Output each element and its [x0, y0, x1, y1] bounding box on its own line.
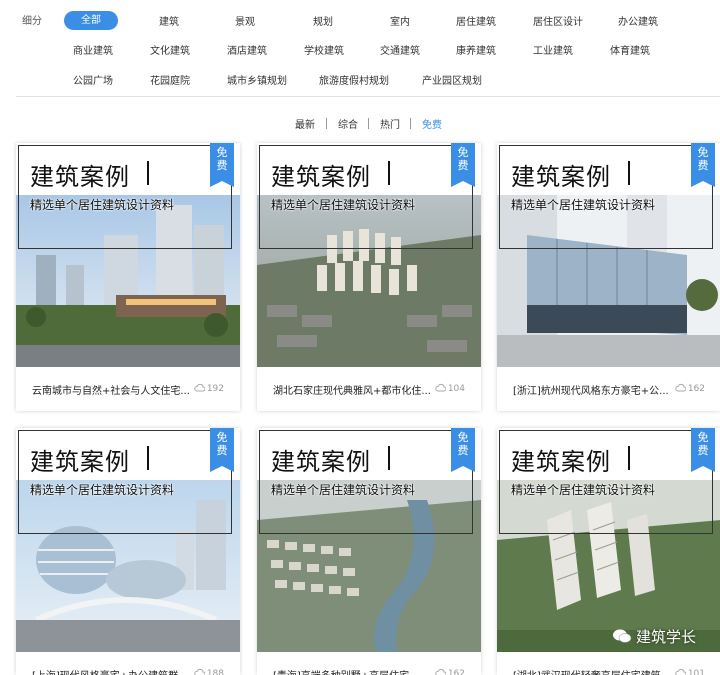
resource-card[interactable]: 建筑案例 精选单个居住建筑设计资料 免费 [上海]现代风格豪宅+办公建筑群...…: [16, 428, 240, 675]
resource-card[interactable]: 建筑案例 精选单个居住建筑设计资料 免费 [浙江]杭州现代风格东方豪宅+公...…: [497, 143, 720, 411]
thumbnail-cursor-bar: [388, 161, 390, 185]
resource-card[interactable]: 建筑案例 精选单个居住建筑设计资料 免费 云南城市与自然+社会与人文住宅... …: [16, 143, 240, 411]
view-count: 192: [194, 383, 224, 394]
thumbnail-subtitle: 精选单个居住建筑设计资料: [511, 483, 656, 497]
thumbnail-title: 建筑案例: [30, 163, 130, 191]
card-title[interactable]: [青海]高端多种别墅+高层住宅...: [273, 667, 449, 675]
thumbnail-cursor-bar: [628, 161, 630, 185]
filter-chip-cultural[interactable]: 文化建筑: [150, 42, 190, 57]
filter-chip-office[interactable]: 办公建筑: [618, 13, 658, 28]
thumbnail-cursor-bar: [147, 446, 149, 470]
view-count: 162: [435, 668, 465, 675]
filter-chip-landscape[interactable]: 景观: [235, 13, 255, 28]
filter-label: 细分: [22, 16, 42, 27]
sort-tab-overall[interactable]: 综合: [338, 116, 358, 131]
card-title[interactable]: 云南城市与自然+社会与人文住宅...: [32, 382, 208, 397]
free-badge: 免费: [451, 143, 475, 187]
card-thumbnail[interactable]: 建筑案例 精选单个居住建筑设计资料 免费: [16, 143, 240, 367]
filter-chip-industrial[interactable]: 工业建筑: [533, 42, 573, 57]
thumbnail-subtitle: 精选单个居住建筑设计资料: [30, 198, 175, 212]
filter-chip-school[interactable]: 学校建筑: [304, 42, 344, 57]
sort-tab-hot[interactable]: 热门: [380, 116, 400, 131]
thumbnail-title: 建筑案例: [271, 163, 371, 191]
filter-chip-elderly-care[interactable]: 康养建筑: [456, 42, 496, 57]
view-count: 188: [194, 668, 224, 675]
filter-chip-all[interactable]: 全部: [64, 11, 118, 30]
filter-chip-garden[interactable]: 花园庭院: [150, 72, 190, 87]
free-badge: 免费: [451, 428, 475, 472]
filter-chip-planning[interactable]: 规划: [313, 13, 333, 28]
card-title[interactable]: [湖北]武汉现代轻奢高层住宅建筑...: [513, 667, 689, 675]
card-title[interactable]: [浙江]杭州现代风格东方豪宅+公...: [513, 382, 689, 397]
thumbnail-title: 建筑案例: [30, 448, 130, 476]
view-count: 101: [675, 668, 705, 675]
thumbnail-subtitle: 精选单个居住建筑设计资料: [511, 198, 656, 212]
sort-separator: [326, 118, 327, 129]
thumbnail-cursor-bar: [628, 446, 630, 470]
filter-chip-resort-planning[interactable]: 旅游度假村规划: [319, 72, 389, 87]
filter-chip-residential[interactable]: 居住建筑: [456, 13, 496, 28]
filter-chip-hotel[interactable]: 酒店建筑: [227, 42, 267, 57]
thumbnail-cursor-bar: [388, 446, 390, 470]
card-thumbnail[interactable]: 建筑案例 精选单个居住建筑设计资料 免费: [497, 143, 720, 367]
filter-chip-industrial-park[interactable]: 产业园区规划: [422, 72, 482, 87]
thumbnail-subtitle: 精选单个居住建筑设计资料: [30, 483, 175, 497]
filter-chip-urban-planning[interactable]: 城市乡镇规划: [227, 72, 287, 87]
sort-tab-free[interactable]: 免费: [422, 116, 442, 131]
card-title[interactable]: 湖北石家庄现代典雅风+都市化住...: [273, 382, 449, 397]
filter-chip-transport[interactable]: 交通建筑: [380, 42, 420, 57]
filter-chip-interior[interactable]: 室内: [390, 13, 410, 28]
card-thumbnail[interactable]: 建筑案例 精选单个居住建筑设计资料 免费: [497, 428, 720, 652]
cloud-icon: [435, 383, 447, 392]
wechat-icon: [612, 629, 632, 643]
free-badge: 免费: [210, 143, 234, 187]
thumbnail-subtitle: 精选单个居住建筑设计资料: [271, 483, 416, 497]
filter-divider: [16, 96, 720, 97]
sort-tab-latest[interactable]: 最新: [295, 116, 315, 131]
filter-chip-residential-district[interactable]: 居住区设计: [533, 13, 583, 28]
watermark: 建筑学长: [612, 626, 696, 647]
cloud-icon: [435, 668, 447, 675]
free-badge: 免费: [210, 428, 234, 472]
sort-separator: [368, 118, 369, 129]
cloud-icon: [675, 668, 687, 675]
thumbnail-cursor-bar: [147, 161, 149, 185]
resource-card[interactable]: 建筑案例 精选单个居住建筑设计资料 免费 [青海]高端多种别墅+高层住宅... …: [257, 428, 481, 675]
view-count: 104: [435, 383, 465, 394]
free-badge: 免费: [691, 428, 715, 472]
view-count: 162: [675, 383, 705, 394]
thumbnail-title: 建筑案例: [511, 448, 611, 476]
filter-chip-sports[interactable]: 体育建筑: [610, 42, 650, 57]
sort-separator: [410, 118, 411, 129]
cloud-icon: [675, 383, 687, 392]
card-thumbnail[interactable]: 建筑案例 精选单个居住建筑设计资料 免费: [257, 143, 481, 367]
thumbnail-title: 建筑案例: [271, 448, 371, 476]
filter-chip-architecture[interactable]: 建筑: [159, 13, 179, 28]
thumbnail-title: 建筑案例: [511, 163, 611, 191]
filter-chip-commercial[interactable]: 商业建筑: [73, 42, 113, 57]
card-thumbnail[interactable]: 建筑案例 精选单个居住建筑设计资料 免费: [16, 428, 240, 652]
sort-tabs: 最新 综合 热门 免费: [0, 116, 720, 131]
free-badge: 免费: [691, 143, 715, 187]
cloud-icon: [194, 668, 206, 675]
filter-chip-park-plaza[interactable]: 公园广场: [73, 72, 113, 87]
resource-card[interactable]: 建筑案例 精选单个居住建筑设计资料 免费 湖北石家庄现代典雅风+都市化住... …: [257, 143, 481, 411]
category-filter: 细分 全部 建筑 景观 规划 室内 居住建筑 居住区设计 办公建筑 商业建筑 文…: [0, 0, 720, 96]
cloud-icon: [194, 383, 206, 392]
card-thumbnail[interactable]: 建筑案例 精选单个居住建筑设计资料 免费: [257, 428, 481, 652]
card-title[interactable]: [上海]现代风格豪宅+办公建筑群...: [32, 667, 208, 675]
thumbnail-subtitle: 精选单个居住建筑设计资料: [271, 198, 416, 212]
